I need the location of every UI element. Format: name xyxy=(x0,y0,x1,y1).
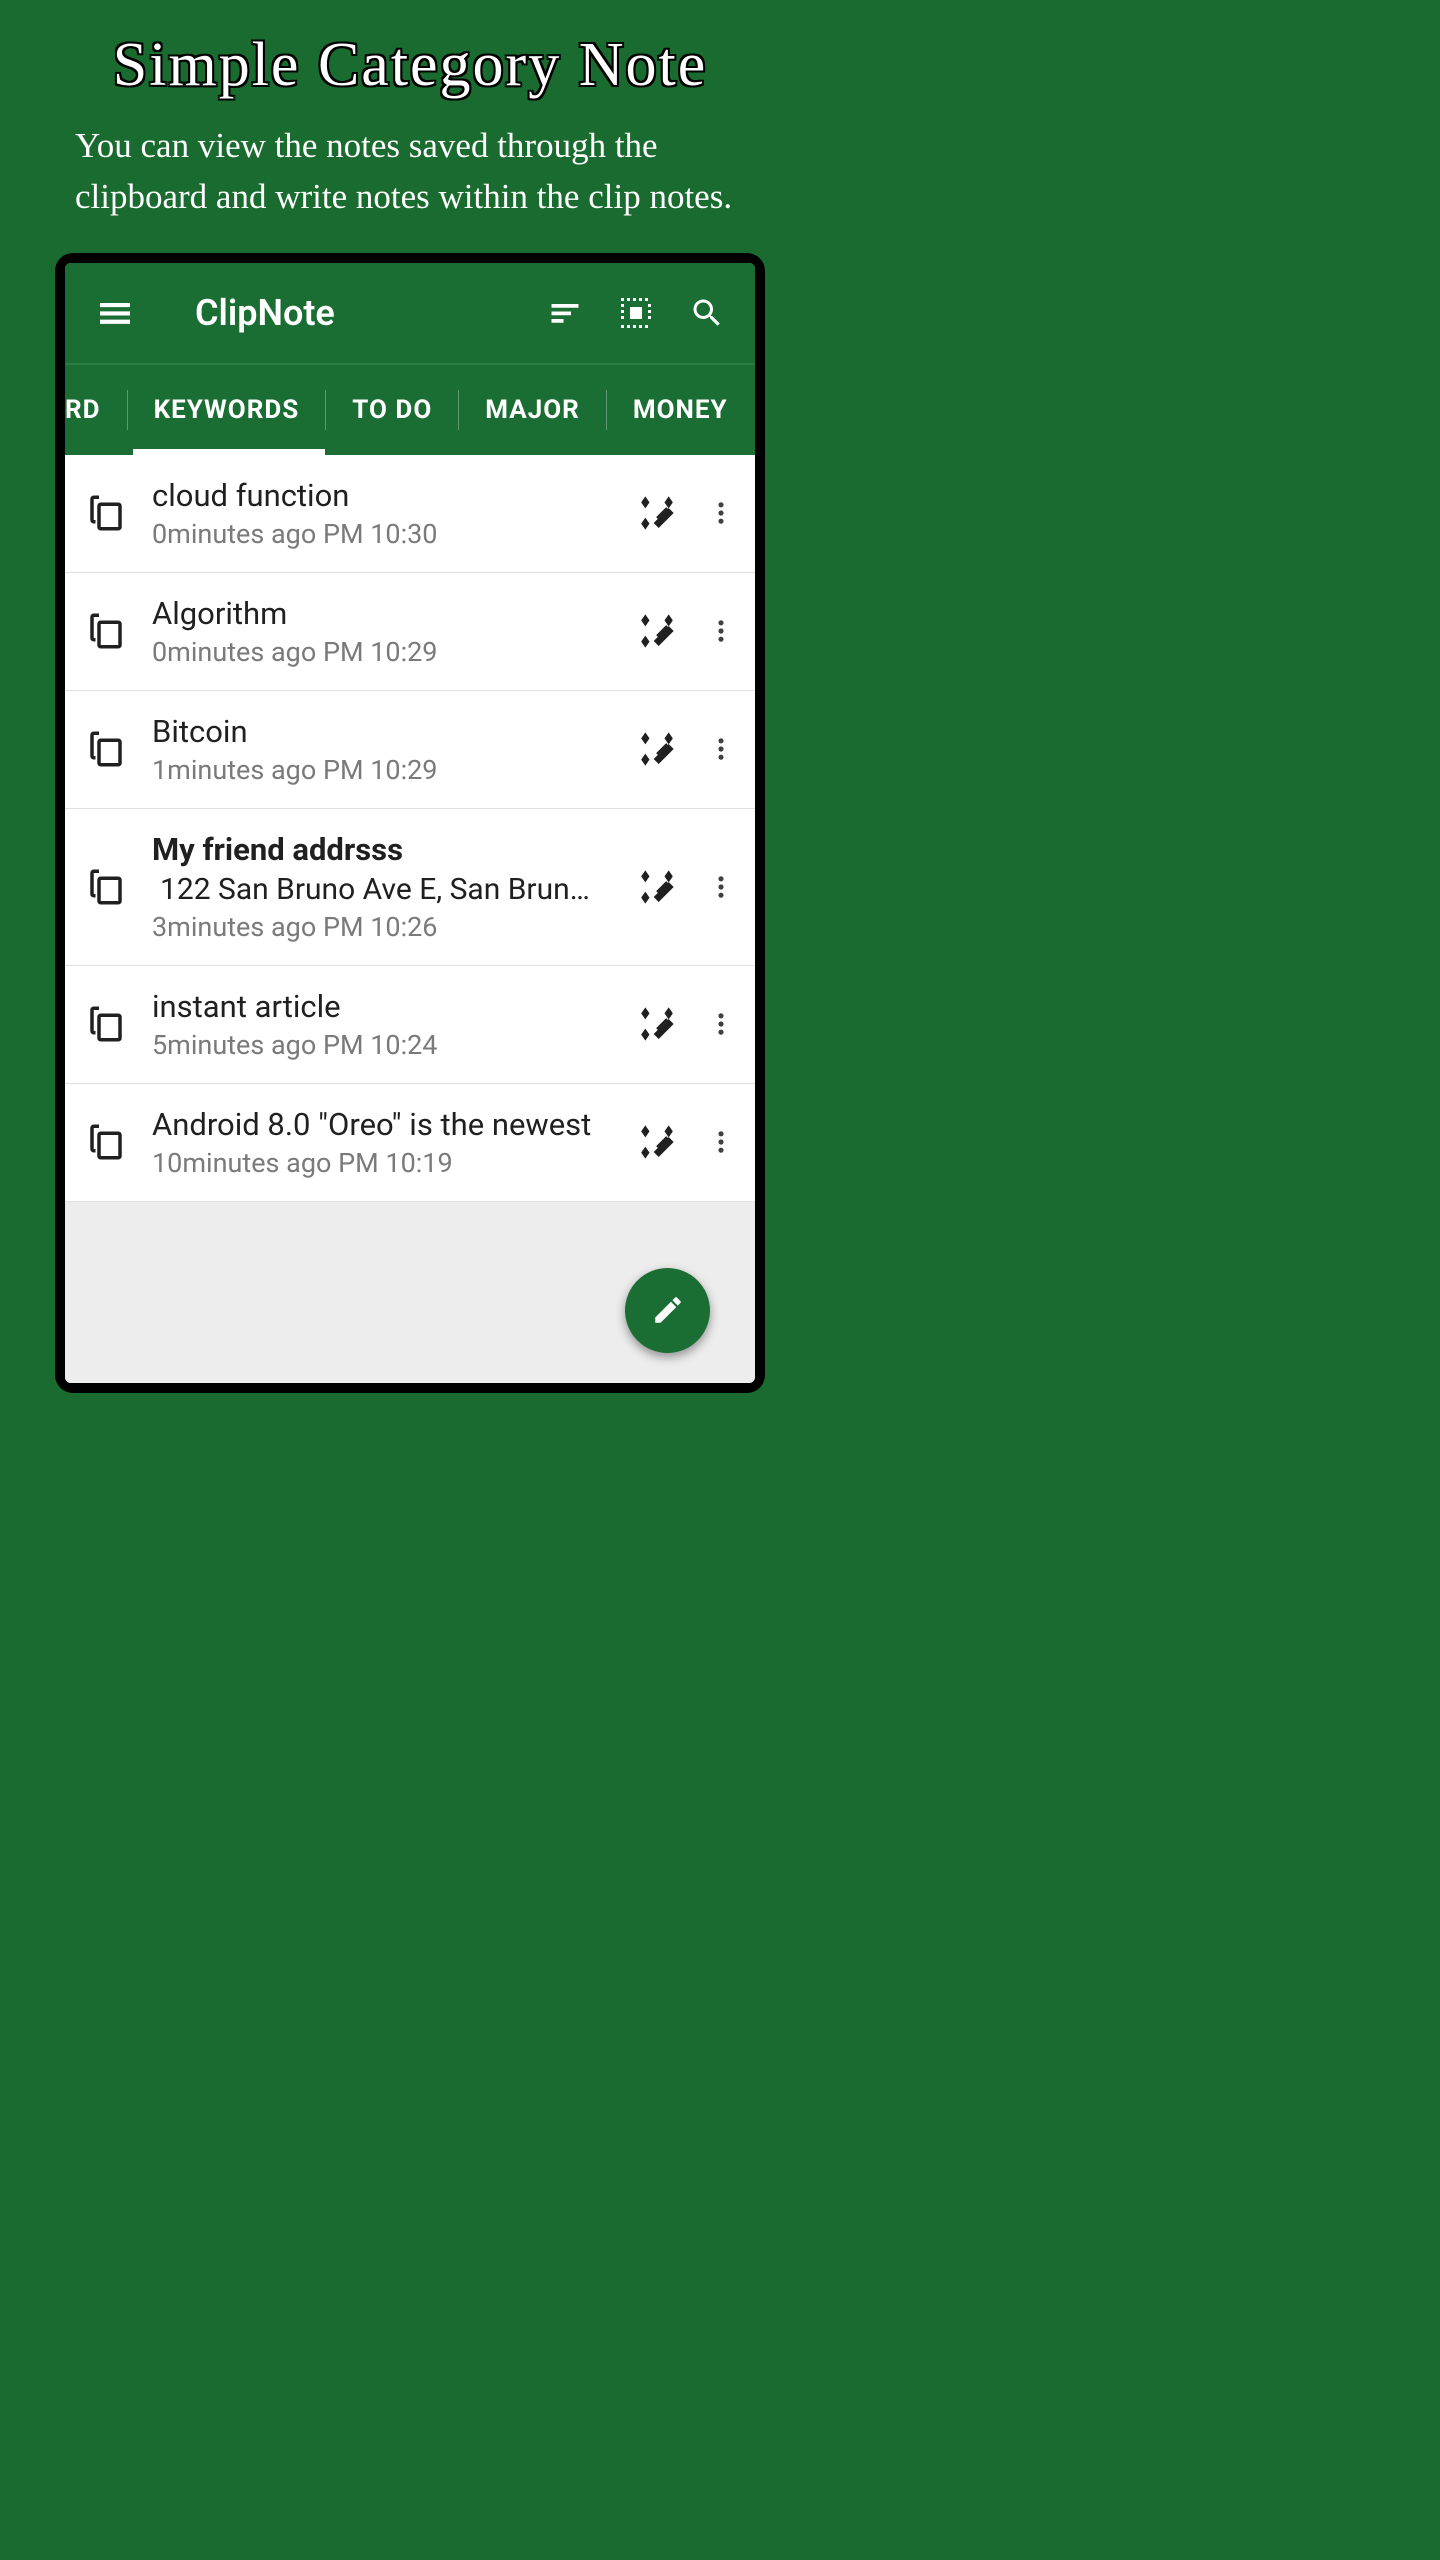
note-item[interactable]: instant article 5minutes ago PM 10:24 xyxy=(65,966,755,1084)
more-vert-icon[interactable] xyxy=(707,617,735,645)
tab-money[interactable]: MONEY xyxy=(607,365,754,455)
tab-major[interactable]: MAJOR xyxy=(459,365,606,455)
pencil-icon xyxy=(651,1293,685,1327)
note-title: instant article xyxy=(152,988,617,1025)
magic-wand-icon[interactable] xyxy=(637,493,677,533)
copy-icon[interactable] xyxy=(85,866,127,908)
tab-todo[interactable]: TO DO xyxy=(326,365,458,455)
search-icon[interactable] xyxy=(689,295,725,331)
phone-screen: ClipNote xyxy=(65,263,755,1383)
magic-wand-icon[interactable] xyxy=(637,1122,677,1162)
note-content: Bitcoin 1minutes ago PM 10:29 xyxy=(152,713,617,786)
note-list: cloud function 0minutes ago PM 10:30 Algor… xyxy=(65,455,755,1202)
copy-icon[interactable] xyxy=(85,1003,127,1045)
magic-wand-icon[interactable] xyxy=(637,611,677,651)
note-time: 0minutes ago PM 10:30 xyxy=(152,518,617,550)
copy-icon[interactable] xyxy=(85,1121,127,1163)
note-item[interactable]: Algorithm 0minutes ago PM 10:29 xyxy=(65,573,755,691)
note-title: Bitcoin xyxy=(152,713,617,750)
note-title: Algorithm xyxy=(152,595,617,632)
note-time: 3minutes ago PM 10:26 xyxy=(152,911,617,943)
note-title: Android 8.0 "Oreo" is the newest xyxy=(152,1106,617,1143)
note-item[interactable]: cloud function 0minutes ago PM 10:30 xyxy=(65,455,755,573)
copy-icon[interactable] xyxy=(85,610,127,652)
tab-bar: RD KEYWORDS TO DO MAJOR MONEY xyxy=(65,363,755,455)
note-time: 10minutes ago PM 10:19 xyxy=(152,1147,617,1179)
more-vert-icon[interactable] xyxy=(707,1010,735,1038)
note-title: My friend addrsss xyxy=(152,831,617,868)
magic-wand-icon[interactable] xyxy=(637,1004,677,1044)
note-content: My friend addrsss 122 San Bruno Ave E, Sa… xyxy=(152,831,617,943)
select-all-icon[interactable] xyxy=(618,295,654,331)
tab-keywords[interactable]: KEYWORDS xyxy=(128,365,326,455)
note-time: 0minutes ago PM 10:29 xyxy=(152,636,617,668)
more-vert-icon[interactable] xyxy=(707,1128,735,1156)
tab-indicator xyxy=(133,449,325,455)
promo-title: Simple Category Note xyxy=(0,0,820,111)
sort-icon[interactable] xyxy=(547,295,583,331)
note-time: 5minutes ago PM 10:24 xyxy=(152,1029,617,1061)
note-item[interactable]: Bitcoin 1minutes ago PM 10:29 xyxy=(65,691,755,809)
hamburger-menu-icon[interactable] xyxy=(95,293,135,333)
note-time: 1minutes ago PM 10:29 xyxy=(152,754,617,786)
note-content: instant article 5minutes ago PM 10:24 xyxy=(152,988,617,1061)
note-content: Android 8.0 "Oreo" is the newest 10minute… xyxy=(152,1106,617,1179)
note-title: cloud function xyxy=(152,477,617,514)
note-content: Algorithm 0minutes ago PM 10:29 xyxy=(152,595,617,668)
more-vert-icon[interactable] xyxy=(707,499,735,527)
app-title: ClipNote xyxy=(195,292,547,334)
note-item[interactable]: My friend addrsss 122 San Bruno Ave E, Sa… xyxy=(65,809,755,966)
copy-icon[interactable] xyxy=(85,728,127,770)
note-item[interactable]: Android 8.0 "Oreo" is the newest 10minute… xyxy=(65,1084,755,1202)
more-vert-icon[interactable] xyxy=(707,735,735,763)
compose-fab[interactable] xyxy=(625,1268,710,1353)
copy-icon[interactable] xyxy=(85,492,127,534)
app-bar-actions xyxy=(547,295,725,331)
note-content: cloud function 0minutes ago PM 10:30 xyxy=(152,477,617,550)
more-vert-icon[interactable] xyxy=(707,873,735,901)
phone-frame: ClipNote xyxy=(55,253,765,1393)
note-subtitle: 122 San Bruno Ave E, San Brun… xyxy=(152,872,617,907)
tab-partial[interactable]: RD xyxy=(65,365,127,455)
magic-wand-icon[interactable] xyxy=(637,729,677,769)
promo-subtitle: You can view the notes saved through the… xyxy=(0,111,820,253)
app-bar: ClipNote xyxy=(65,263,755,363)
magic-wand-icon[interactable] xyxy=(637,867,677,907)
